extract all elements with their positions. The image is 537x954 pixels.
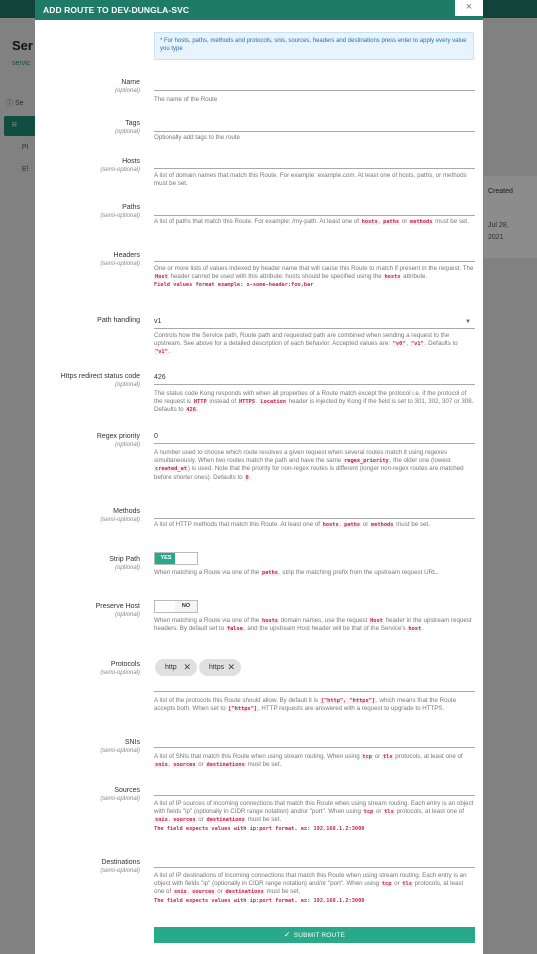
protocols-label: Protocols (semi-optional) xyxy=(100,661,140,676)
strip-path-toggle[interactable]: YES xyxy=(154,552,198,565)
https-redirect-input[interactable]: 426 xyxy=(154,372,475,385)
snis-label: SNIs (semi-optional) xyxy=(100,739,140,754)
https-redirect-label: Https redirect status code (optional) xyxy=(60,373,140,388)
strip-path-help: When matching a Route via one of the pat… xyxy=(154,569,439,576)
preserve-host-label: Preserve Host (optional) xyxy=(95,603,140,618)
name-help: The name of the Route xyxy=(154,96,218,103)
protocols-help: A list of the protocols this Route shoul… xyxy=(154,697,457,713)
tags-label: Tags (optional) xyxy=(114,120,140,135)
protocol-chip-https: https ✕ xyxy=(199,659,241,676)
info-notice: * For hosts, paths, methods and protocol… xyxy=(154,32,474,60)
paths-input[interactable] xyxy=(154,203,475,216)
regex-priority-help: A number used to choose which route reso… xyxy=(154,449,464,481)
preserve-host-toggle-state: NO xyxy=(175,601,197,612)
headers-help: One or more lists of values indexed by h… xyxy=(154,265,474,289)
modal-title: ADD ROUTE TO DEV-DUNGLA-SVC xyxy=(43,5,190,15)
destinations-label: Destinations (semi-optional) xyxy=(100,859,140,874)
methods-input[interactable] xyxy=(154,506,475,519)
paths-help: A list of paths that match this Route. F… xyxy=(154,218,469,225)
path-handling-label: Path handling xyxy=(97,317,140,324)
remove-chip-icon[interactable]: ✕ xyxy=(183,659,191,676)
check-icon: ✓ xyxy=(283,930,291,939)
tags-input[interactable] xyxy=(154,119,475,132)
path-handling-select[interactable]: v1 ▼ xyxy=(154,316,475,329)
path-handling-help: Controls how the Service path, Route pat… xyxy=(154,332,458,356)
protocols-input[interactable] xyxy=(154,679,475,692)
name-label: Name (optional) xyxy=(114,79,140,94)
https-redirect-help: The status code Kong responds with when … xyxy=(154,390,474,414)
snis-help: A list of SNIs that match this Route whe… xyxy=(154,753,463,769)
sources-label: Sources (semi-optional) xyxy=(100,787,140,802)
tags-help: Optionally add tags to the route xyxy=(154,134,240,141)
regex-priority-input[interactable]: 0 xyxy=(154,431,475,444)
preserve-host-toggle[interactable]: NO xyxy=(154,600,198,613)
paths-label: Paths (semi-optional) xyxy=(100,204,140,219)
methods-help: A list of HTTP methods that match this R… xyxy=(154,521,430,528)
sources-input[interactable] xyxy=(154,783,475,796)
destinations-input[interactable] xyxy=(154,855,475,868)
remove-chip-icon[interactable]: ✕ xyxy=(227,659,235,676)
hosts-help: A list of domain names that match this R… xyxy=(154,172,467,188)
protocol-chip-http: http ✕ xyxy=(155,659,197,676)
strip-path-toggle-state: YES xyxy=(155,553,177,564)
modal-header: ADD ROUTE TO DEV-DUNGLA-SVC × xyxy=(35,0,483,20)
hosts-label: Hosts (semi-optional) xyxy=(100,158,140,173)
regex-priority-label: Regex priority (optional) xyxy=(96,433,140,448)
preserve-host-help: When matching a Route via one of the hos… xyxy=(154,617,472,633)
headers-input[interactable] xyxy=(154,249,475,262)
hosts-input[interactable] xyxy=(154,156,475,169)
submit-route-button[interactable]: ✓ SUBMIT ROUTE xyxy=(154,927,475,943)
add-route-modal: ADD ROUTE TO DEV-DUNGLA-SVC × * For host… xyxy=(35,0,483,954)
destinations-help: A list of IP destinations of incoming co… xyxy=(154,872,467,904)
close-icon[interactable]: × xyxy=(455,0,483,16)
dropdown-caret-icon: ▼ xyxy=(465,319,471,325)
sources-help: A list of IP sources of incoming connect… xyxy=(154,800,474,832)
headers-label: Headers (semi-optional) xyxy=(100,252,140,267)
strip-path-label: Strip Path (optional) xyxy=(109,556,140,571)
name-input[interactable] xyxy=(154,78,475,91)
snis-input[interactable] xyxy=(154,735,475,748)
methods-label: Methods (semi-optional) xyxy=(100,508,140,523)
